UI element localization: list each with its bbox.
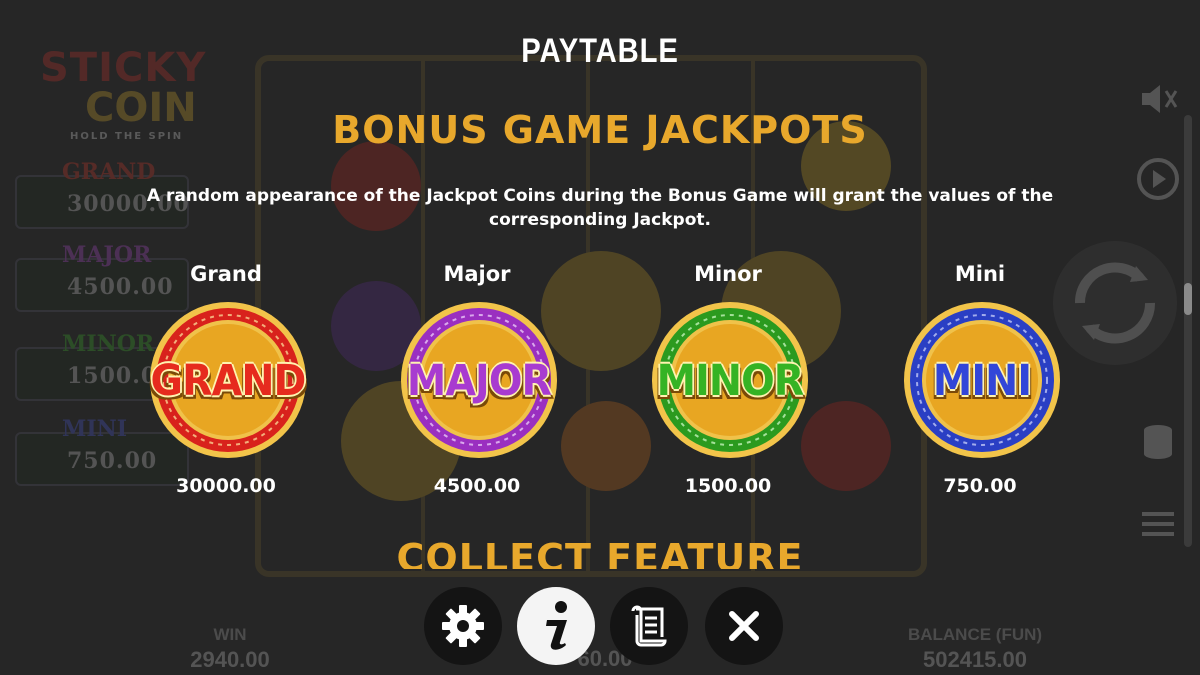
jackpot-name: Grand (190, 262, 262, 286)
collect-feature-title: COLLECT FEATURE (396, 536, 804, 569)
close-icon (729, 611, 759, 641)
major-coin-icon: MAJOR (399, 300, 559, 460)
scroll-icon (631, 605, 667, 647)
jackpot-name: Mini (954, 262, 1006, 286)
paytable-button[interactable] (610, 587, 688, 665)
jackpot-grand: Grand GRAND 30000.00 (126, 262, 326, 497)
coin-label: MINOR (656, 356, 805, 406)
gear-icon (442, 605, 484, 647)
jackpot-amount: 750.00 (943, 475, 1017, 497)
jackpot-minor: Minor MINOR 1500.00 (628, 262, 828, 497)
bg-win: WIN 2940.00 (190, 625, 270, 672)
bg-spin-icon (1050, 238, 1180, 368)
mini-coin-icon: MINI (902, 300, 1062, 460)
section-description: A random appearance of the Jackpot Coins… (146, 186, 1054, 230)
coin-label: MAJOR (406, 356, 552, 406)
coin-label: GRAND (150, 356, 307, 406)
jackpot-major: Major MAJOR 4500.00 (377, 262, 577, 497)
paytable-title: PAYTABLE (521, 32, 679, 70)
scrollbar[interactable] (1184, 115, 1192, 547)
bg-autoplay-icon (1134, 155, 1182, 203)
info-icon (546, 601, 567, 650)
scrollbar-thumb[interactable] (1184, 283, 1192, 315)
close-button[interactable] (705, 587, 783, 665)
settings-button[interactable] (424, 587, 502, 665)
jackpot-name: Minor (694, 262, 762, 286)
info-button[interactable] (517, 587, 595, 665)
jackpot-amount: 30000.00 (176, 475, 276, 497)
grand-coin-icon: GRAND (148, 300, 308, 460)
section-title: BONUS GAME JACKPOTS (332, 108, 868, 152)
bg-balance: BALANCE (FUN) 502415.00 (907, 625, 1043, 672)
jackpot-amount: 4500.00 (433, 475, 521, 497)
jackpot-mini: Mini MINI 750.00 (880, 262, 1080, 497)
minor-coin-icon: MINOR (650, 300, 810, 460)
jackpot-name: Major (443, 262, 511, 286)
coin-label: MINI (932, 356, 1032, 406)
jackpot-amount: 1500.00 (684, 475, 772, 497)
bg-coins-icon (1134, 418, 1182, 466)
